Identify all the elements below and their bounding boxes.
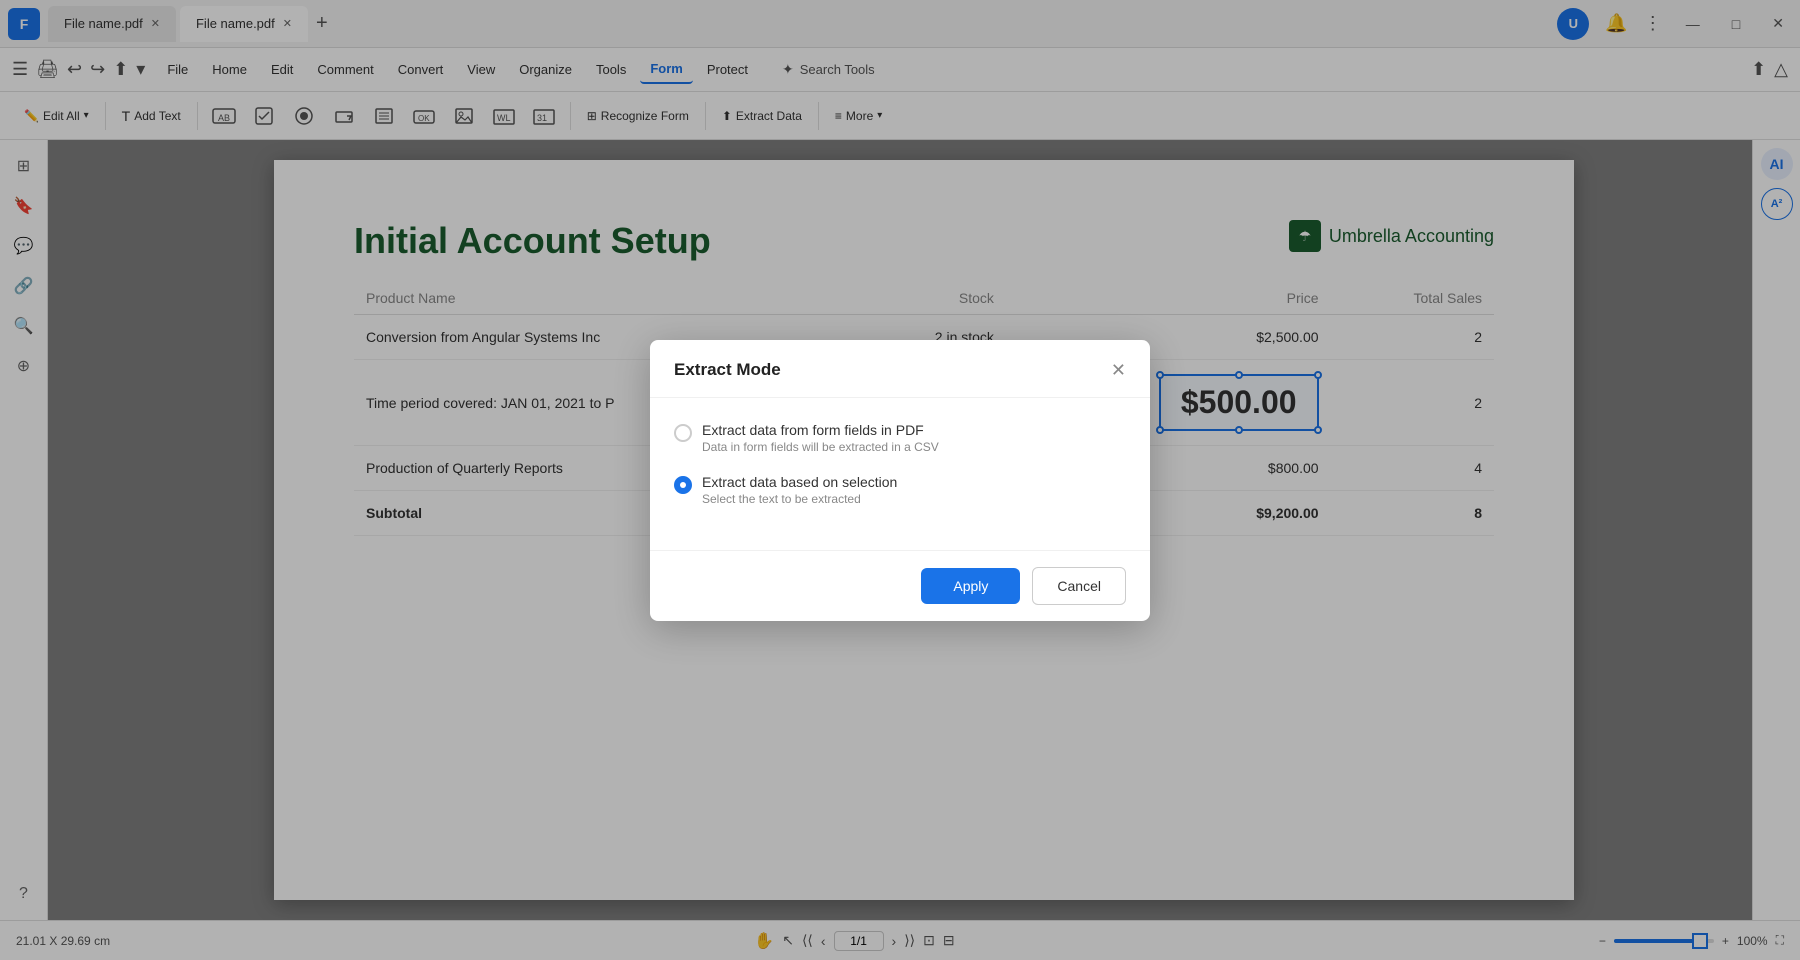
modal-close-btn[interactable]: ✕ [1111,360,1126,381]
option2-sublabel: Select the text to be extracted [702,492,897,506]
option1-sublabel: Data in form fields will be extracted in… [702,440,939,454]
modal-footer: Apply Cancel [650,550,1150,621]
modal-body: Extract data from form fields in PDF Dat… [650,398,1150,550]
option2-row[interactable]: Extract data based on selection Select t… [674,474,1126,506]
option1-row[interactable]: Extract data from form fields in PDF Dat… [674,422,1126,454]
cancel-btn[interactable]: Cancel [1032,567,1126,605]
option1-label: Extract data from form fields in PDF [702,422,939,438]
apply-btn[interactable]: Apply [921,568,1020,604]
option2-radio[interactable] [674,476,692,494]
option2-label: Extract data based on selection [702,474,897,490]
option1-radio[interactable] [674,424,692,442]
modal-header: Extract Mode ✕ [650,340,1150,398]
modal-title: Extract Mode [674,360,781,380]
extract-mode-modal: Extract Mode ✕ Extract data from form fi… [650,340,1150,621]
modal-overlay[interactable]: Extract Mode ✕ Extract data from form fi… [0,0,1800,960]
